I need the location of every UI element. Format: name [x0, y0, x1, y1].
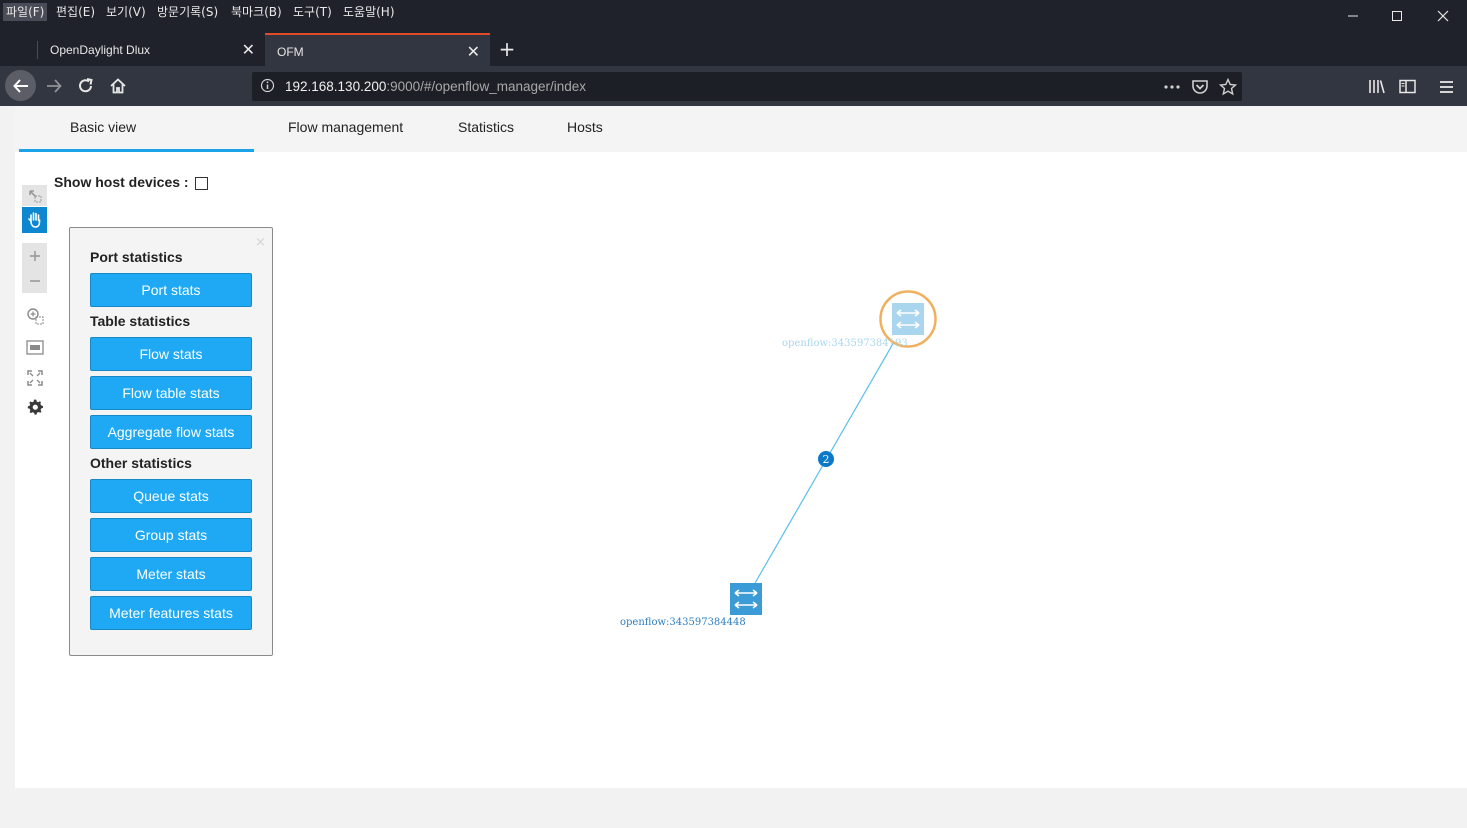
- show-host-devices-checkbox[interactable]: [195, 177, 208, 190]
- tab-opendaylight-dlux[interactable]: OpenDaylight Dlux ✕: [38, 33, 265, 66]
- fit-to-view-icon[interactable]: [22, 335, 47, 360]
- switch-icon: [892, 303, 924, 335]
- queue-stats-button[interactable]: Queue stats: [90, 479, 252, 513]
- back-arrow-icon[interactable]: [5, 70, 36, 101]
- tab-ofm[interactable]: OFM ✕: [265, 33, 490, 66]
- tab-flow-management[interactable]: Flow management: [288, 119, 403, 135]
- app-tab-bar: Basic view Flow management Statistics Ho…: [15, 107, 1467, 152]
- close-tab-icon[interactable]: ✕: [242, 40, 255, 60]
- menu-file[interactable]: 파일(F): [3, 3, 48, 21]
- tab-label: OpenDaylight Dlux: [50, 43, 151, 57]
- meter-stats-button[interactable]: Meter stats: [90, 557, 252, 591]
- node-label: openflow:343597384448: [620, 617, 746, 628]
- close-tab-icon[interactable]: ✕: [467, 42, 480, 62]
- menu-history[interactable]: 방문기록(S): [154, 3, 221, 21]
- meter-features-stats-button[interactable]: Meter features stats: [90, 596, 252, 630]
- table-statistics-heading: Table statistics: [90, 313, 191, 329]
- title-bar: 파일(F) 편집(E) 보기(V) 방문기록(S) 북마크(B) 도구(T) 도…: [0, 0, 1467, 33]
- show-host-devices-label: Show host devices :: [54, 174, 189, 190]
- menu-tools[interactable]: 도구(T): [290, 3, 335, 21]
- reload-icon[interactable]: [71, 71, 101, 101]
- zoom-selection-icon[interactable]: [22, 303, 47, 328]
- tab-statistics[interactable]: Statistics: [458, 119, 514, 135]
- port-statistics-heading: Port statistics: [90, 249, 183, 265]
- tab-strip: OpenDaylight Dlux ✕ OFM ✕: [0, 33, 1467, 66]
- flow-stats-button[interactable]: Flow stats: [90, 337, 252, 371]
- tab-basic-view[interactable]: Basic view: [70, 119, 136, 135]
- settings-gear-icon[interactable]: [22, 394, 47, 419]
- aggregate-flow-stats-button[interactable]: Aggregate flow stats: [90, 415, 252, 449]
- other-statistics-heading: Other statistics: [90, 455, 192, 471]
- select-mode-icon[interactable]: [22, 185, 47, 206]
- menu-view[interactable]: 보기(V): [103, 3, 149, 21]
- menu-help[interactable]: 도움말(H): [340, 3, 398, 21]
- url-host: 192.168.130.200: [285, 79, 387, 94]
- home-icon[interactable]: [103, 71, 133, 101]
- url-path: :9000/#/openflow_manager/index: [386, 79, 587, 94]
- node-label: openflow:343597384193: [782, 338, 908, 349]
- active-tab-indicator: [19, 149, 254, 152]
- tab-label: OFM: [277, 45, 304, 59]
- maximize-icon[interactable]: [1387, 6, 1407, 26]
- library-icon[interactable]: [1367, 78, 1387, 96]
- flow-table-stats-button[interactable]: Flow table stats: [90, 376, 252, 410]
- new-tab-plus-icon[interactable]: +: [497, 39, 517, 59]
- bookmark-star-icon[interactable]: [1218, 77, 1238, 96]
- url-text[interactable]: 192.168.130.200:9000/#/openflow_manager/…: [285, 79, 586, 94]
- sidebar-icon[interactable]: [1398, 78, 1418, 96]
- pocket-icon[interactable]: [1191, 78, 1209, 96]
- menu-edit[interactable]: 편집(E): [53, 3, 98, 21]
- forward-arrow-icon[interactable]: [39, 71, 69, 101]
- page-footer: [0, 788, 1467, 828]
- port-stats-button[interactable]: Port stats: [90, 273, 252, 307]
- zoom-in-plus-icon[interactable]: [22, 243, 47, 269]
- minimize-icon[interactable]: [1343, 6, 1363, 26]
- zoom-out-minus-icon[interactable]: [22, 269, 47, 293]
- url-bar[interactable]: 192.168.130.200:9000/#/openflow_manager/…: [252, 72, 1242, 101]
- close-window-icon[interactable]: [1433, 6, 1453, 26]
- fullscreen-expand-icon[interactable]: [22, 365, 47, 390]
- info-icon[interactable]: [260, 78, 275, 93]
- menu-bookmarks[interactable]: 북마크(B): [228, 3, 285, 21]
- group-stats-button[interactable]: Group stats: [90, 518, 252, 552]
- hamburger-menu-icon[interactable]: [1437, 78, 1457, 96]
- switch-icon: [730, 583, 762, 615]
- tab-hosts[interactable]: Hosts: [567, 119, 603, 135]
- panel-close-icon[interactable]: ×: [255, 235, 266, 250]
- pan-hand-icon[interactable]: [22, 207, 47, 233]
- page-actions-icon[interactable]: [1163, 78, 1181, 96]
